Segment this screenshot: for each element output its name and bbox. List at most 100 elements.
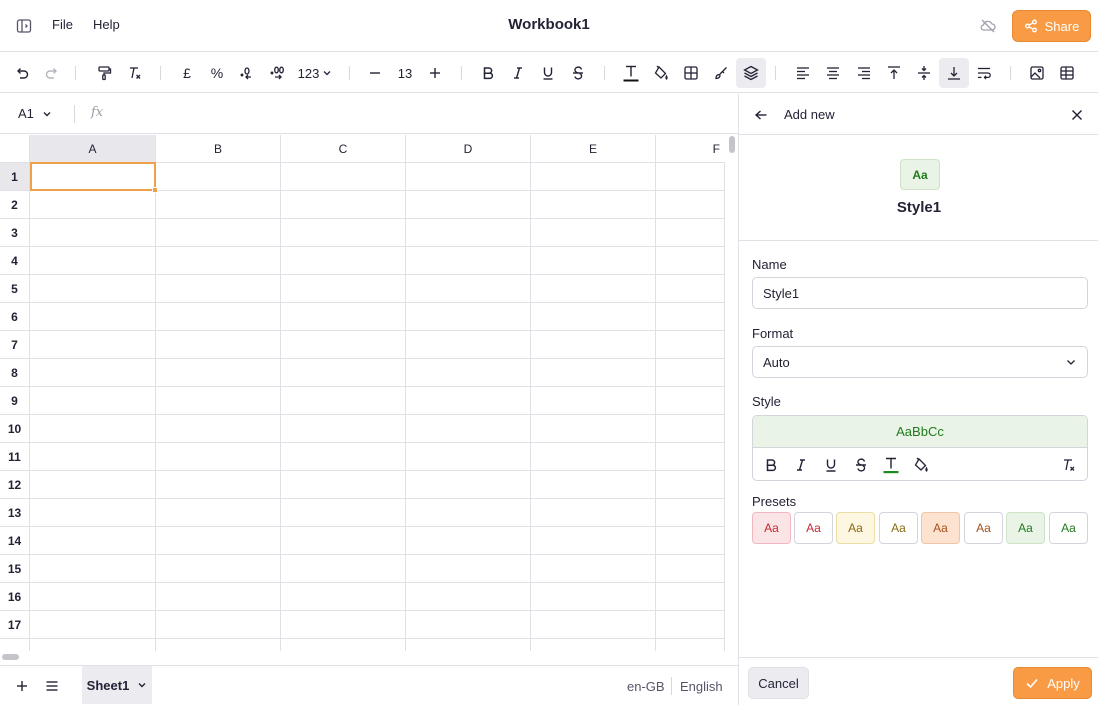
preset-swatch[interactable]: Aa [1049,512,1088,544]
increase-decimals-icon[interactable] [263,58,293,88]
add-sheet-icon[interactable] [10,674,34,698]
row-header-17[interactable]: 17 [0,611,30,639]
font-size-value[interactable]: 13 [390,58,420,88]
grid-line [30,302,725,303]
fill-color-icon[interactable] [910,454,932,476]
fill-color-icon[interactable] [646,58,676,88]
clear-format-icon[interactable] [1058,454,1080,476]
share-button[interactable]: Share [1012,10,1091,42]
brush-icon[interactable] [706,58,736,88]
grid-line [30,498,725,499]
sidebar-toggle-icon[interactable] [12,14,36,38]
strikethrough-icon[interactable] [850,454,872,476]
insert-table-icon[interactable] [1052,58,1082,88]
italic-icon[interactable] [503,58,533,88]
sheet-tab[interactable]: Sheet1 [82,666,152,704]
preset-swatch[interactable]: Aa [794,512,833,544]
clear-format-icon[interactable] [120,58,150,88]
align-right-icon[interactable] [849,58,879,88]
row-header-8[interactable]: 8 [0,359,30,387]
number-format-dropdown[interactable]: 123 [295,58,335,88]
back-arrow-icon[interactable] [749,103,773,127]
percent-format-button[interactable]: % [202,58,232,88]
row-header-10[interactable]: 10 [0,415,30,443]
decrease-decimals-icon[interactable] [232,58,262,88]
preset-swatch[interactable]: Aa [879,512,918,544]
row-header-6[interactable]: 6 [0,303,30,331]
underline-icon[interactable] [533,58,563,88]
bold-icon[interactable] [473,58,503,88]
row-header-5[interactable]: 5 [0,275,30,303]
select-all-corner[interactable] [0,135,30,163]
column-header-d[interactable]: D [406,135,531,163]
vertical-scrollbar[interactable] [729,136,735,153]
align-left-icon[interactable] [788,58,818,88]
column-header-e[interactable]: E [531,135,656,163]
redo-icon[interactable] [37,58,67,88]
borders-icon[interactable] [676,58,706,88]
grid-line [30,386,725,387]
apply-button[interactable]: Apply [1013,667,1092,699]
bold-icon[interactable] [760,454,782,476]
preset-swatch[interactable]: Aa [921,512,960,544]
row-header-11[interactable]: 11 [0,443,30,471]
column-header-f[interactable]: F [656,135,725,163]
align-middle-icon[interactable] [909,58,939,88]
grid-line [405,163,406,651]
row-header-12[interactable]: 12 [0,471,30,499]
sheet-list-icon[interactable] [40,674,64,698]
panel-title: Add new [784,107,835,122]
cell-reference-dropdown[interactable]: A1 [18,106,52,121]
row-header-2[interactable]: 2 [0,191,30,219]
row-header-4[interactable]: 4 [0,247,30,275]
formula-input[interactable] [120,106,720,124]
column-header-b[interactable]: B [156,135,281,163]
cell-styles-icon[interactable] [736,58,766,88]
decrease-font-size-icon[interactable] [360,58,390,88]
row-header-15[interactable]: 15 [0,555,30,583]
underline-icon[interactable] [820,454,842,476]
locale-label[interactable]: en-GB [627,679,665,694]
preset-swatch[interactable]: Aa [964,512,1003,544]
row-header-18[interactable] [0,639,30,651]
sheet-tab-label: Sheet1 [86,677,130,693]
row-header-9[interactable]: 9 [0,387,30,415]
chevron-down-icon [137,680,147,690]
cancel-button[interactable]: Cancel [748,667,809,699]
wrap-text-icon[interactable] [969,58,999,88]
text-color-icon[interactable] [616,58,646,88]
preset-swatch[interactable]: Aa [1006,512,1045,544]
align-bottom-icon[interactable] [939,58,969,88]
format-select[interactable]: Auto [752,346,1088,378]
align-top-icon[interactable] [879,58,909,88]
currency-format-button[interactable]: £ [172,58,202,88]
strikethrough-icon[interactable] [563,58,593,88]
menu-file[interactable]: File [52,17,73,32]
fill-handle[interactable] [152,187,158,193]
spreadsheet-grid[interactable]: A B C D E F 1 2 3 4 5 6 7 8 9 10 11 12 1… [0,135,725,651]
row-header-14[interactable]: 14 [0,527,30,555]
paint-format-icon[interactable] [89,58,119,88]
align-center-icon[interactable] [818,58,848,88]
language-label[interactable]: English [680,679,723,694]
preset-swatch[interactable]: Aa [752,512,791,544]
row-header-3[interactable]: 3 [0,219,30,247]
style-name-input[interactable]: Style1 [752,277,1088,309]
preset-swatch[interactable]: Aa [836,512,875,544]
column-header-c[interactable]: C [281,135,406,163]
row-header-16[interactable]: 16 [0,583,30,611]
cell-style-panel: Add new Aa Style1 Name Style1 Format Aut… [738,94,1098,705]
row-header-7[interactable]: 7 [0,331,30,359]
selected-cell[interactable] [30,162,156,191]
insert-image-icon[interactable] [1022,58,1052,88]
horizontal-scrollbar[interactable] [2,654,19,660]
close-icon[interactable] [1065,103,1089,127]
menu-help[interactable]: Help [93,17,120,32]
row-header-1[interactable]: 1 [0,163,30,191]
increase-font-size-icon[interactable] [420,58,450,88]
column-header-a[interactable]: A [30,135,156,163]
row-header-13[interactable]: 13 [0,499,30,527]
italic-icon[interactable] [790,454,812,476]
undo-icon[interactable] [7,58,37,88]
text-color-icon[interactable] [880,454,902,476]
